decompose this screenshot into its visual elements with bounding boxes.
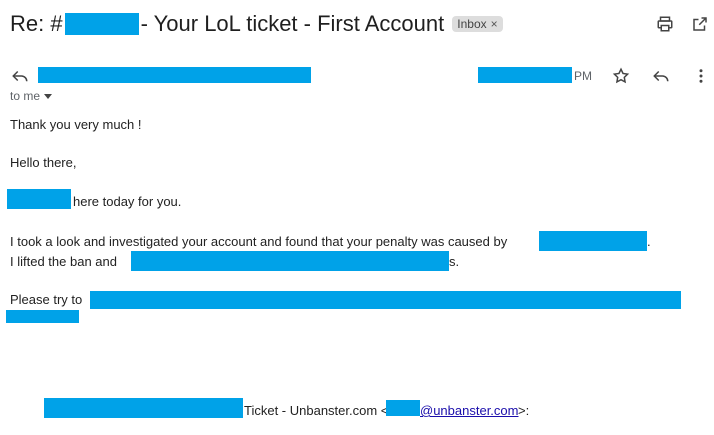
sender-name-redaction — [38, 67, 311, 83]
remove-label-icon[interactable]: × — [491, 17, 498, 31]
recipient-dropdown[interactable]: to me — [10, 89, 53, 103]
lifted-ban-line-end: s. — [449, 254, 460, 269]
chevron-down-icon — [44, 93, 53, 99]
penalty-cause-redaction — [539, 231, 647, 251]
quote-header-text: Ticket - Unbanster.com < — [244, 403, 389, 418]
subject-text: - Your LoL ticket - First Account — [140, 11, 445, 36]
investigation-line-end: . — [647, 234, 651, 249]
time-suffix: PM — [574, 69, 592, 83]
agent-name-redaction — [7, 189, 71, 209]
open-in-new-window-icon[interactable] — [690, 14, 710, 34]
greeting-line: Hello there, — [10, 155, 77, 170]
sender-email-link[interactable]: @unbanster.com — [420, 403, 518, 418]
quote-header-end: >: — [518, 403, 530, 418]
subject-prefix: Re: # — [10, 11, 63, 36]
lifted-ban-line: I lifted the ban and — [10, 254, 117, 269]
star-icon[interactable] — [611, 66, 631, 86]
email-user-redaction — [386, 400, 420, 416]
print-icon[interactable] — [655, 14, 675, 34]
quote-date-redaction — [44, 398, 243, 418]
reply-arrow-icon — [10, 66, 30, 86]
instructions-redaction-1 — [90, 291, 681, 309]
thanks-line: Thank you very much ! — [10, 117, 142, 132]
inbox-label-badge[interactable]: Inbox × — [452, 16, 503, 32]
date-redaction — [478, 67, 572, 83]
subject-redaction — [64, 13, 139, 35]
subject-row: Re: # - Your LoL ticket - First Account … — [10, 8, 503, 40]
email-view: Re: # - Your LoL ticket - First Account … — [0, 0, 714, 435]
reply-icon[interactable] — [651, 66, 671, 86]
lifted-ban-redaction — [131, 251, 449, 271]
instructions-redaction-2 — [6, 310, 79, 323]
please-try-line: Please try to — [10, 292, 83, 307]
here-today-line: here today for you. — [73, 194, 182, 209]
inbox-label: Inbox — [457, 17, 487, 31]
to-me-label: to me — [10, 89, 41, 103]
more-options-icon[interactable] — [691, 66, 711, 86]
investigation-line: I took a look and investigated your acco… — [10, 234, 508, 249]
